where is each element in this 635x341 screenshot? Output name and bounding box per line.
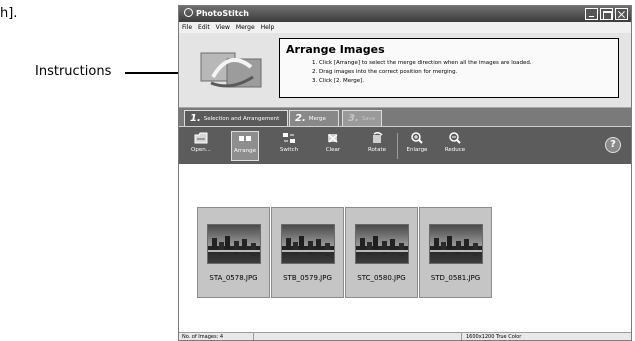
menu-file[interactable]: File: [182, 22, 192, 33]
menu-bar: File Edit View Merge Help: [179, 22, 631, 33]
image-thumbnail[interactable]: STC_0580.JPG: [345, 207, 418, 298]
image-filename: STD_0581.JPG: [430, 274, 481, 282]
image-thumbnail[interactable]: STA_0578.JPG: [197, 207, 270, 298]
tab-label: Merge: [308, 116, 326, 122]
step-tab-strip: 1. Selection and Arrangement 2. Merge 3. Sa…: [179, 108, 631, 126]
image-thumbnail[interactable]: STB_0579.JPG: [271, 207, 344, 298]
enlarge-button[interactable]: Enlarge: [403, 131, 431, 161]
toolbar-separator: [397, 133, 398, 159]
instructions-title: Arrange Images: [286, 43, 385, 56]
tab-number: 2.: [295, 113, 306, 124]
instruction-step: 1. Click [Arrange] to select the merge d…: [312, 60, 532, 66]
image-filename: STB_0579.JPG: [283, 274, 332, 282]
tab-label: Selection and Arrangement: [203, 116, 280, 122]
clear-button[interactable]: Clear: [319, 131, 347, 161]
image-filename: STC_0580.JPG: [357, 274, 406, 282]
zoom-in-icon: [411, 132, 423, 144]
switch-icon: [283, 133, 295, 143]
arrange-icon: [239, 136, 251, 141]
tab-merge[interactable]: 2. Merge: [289, 110, 339, 126]
rotate-button[interactable]: Rotate: [363, 131, 391, 161]
arrange-button[interactable]: Arrange: [231, 131, 259, 161]
zoom-out-icon: [449, 132, 461, 144]
minimize-button[interactable]: [585, 8, 598, 20]
image-count-status: No. of Images: 4: [180, 333, 254, 340]
switch-button[interactable]: Switch: [275, 131, 303, 161]
open-button[interactable]: Open...: [187, 131, 215, 161]
clear-icon: [328, 134, 338, 143]
toolbar: Open... Arrange Switch Clear Rotate Enla…: [179, 126, 631, 164]
toolbar-label: Open...: [191, 147, 211, 153]
toolbar-label: Reduce: [444, 147, 466, 153]
open-folder-icon: [194, 132, 208, 144]
title-bar[interactable]: PhotoStitch: [179, 6, 631, 22]
manual-page: h]. Instructions PhotoStitch File Edit V…: [0, 0, 635, 341]
menu-view[interactable]: View: [216, 22, 230, 33]
reduce-button[interactable]: Reduce: [441, 131, 469, 161]
toolbar-label: Clear: [325, 147, 341, 153]
menu-edit[interactable]: Edit: [198, 22, 210, 33]
toolbar-label: Enlarge: [406, 147, 428, 153]
page-text-fragment: h].: [0, 6, 18, 21]
maximize-button[interactable]: [600, 8, 613, 20]
close-button[interactable]: [615, 8, 628, 20]
help-button[interactable]: ?: [605, 137, 621, 153]
tab-label: Save: [361, 116, 376, 122]
color-mode-status: 1600x1200 True Color: [461, 333, 621, 340]
menu-help[interactable]: Help: [261, 22, 275, 33]
instructions-panel: Arrange Images 1. Click [Arrange] to sel…: [179, 33, 631, 108]
photostitch-window: PhotoStitch File Edit View Merge Help Ar…: [178, 5, 632, 341]
menu-merge[interactable]: Merge: [236, 22, 255, 33]
rotate-icon: [373, 132, 383, 143]
toolbar-label: Arrange: [234, 148, 256, 154]
app-icon: [184, 8, 193, 17]
image-workspace: STA_0578.JPG STB_0579.JPG STC_0580.JPG S…: [179, 164, 631, 332]
thumbnail-image: [429, 224, 483, 264]
thumbnail-image: [207, 224, 261, 264]
status-bar: No. of Images: 4 1600x1200 True Color: [179, 332, 631, 340]
stitched-photos-graphic-icon: [200, 52, 262, 88]
window-controls: [585, 8, 628, 20]
window-title: PhotoStitch: [196, 9, 249, 18]
tab-number: 3.: [348, 113, 359, 124]
thumbnail-image: [281, 224, 335, 264]
toolbar-label: Rotate: [367, 147, 386, 153]
toolbar-label: Switch: [279, 147, 299, 153]
tab-number: 1.: [190, 113, 201, 124]
tab-selection-and-arrangement[interactable]: 1. Selection and Arrangement: [184, 110, 288, 126]
thumbnail-image: [355, 224, 409, 264]
instructions-callout-label: Instructions: [35, 64, 112, 79]
instructions-box: Arrange Images 1. Click [Arrange] to sel…: [279, 38, 619, 98]
instruction-step: 3. Click [2. Merge].: [312, 78, 365, 84]
image-thumbnail[interactable]: STD_0581.JPG: [419, 207, 492, 298]
tab-save[interactable]: 3. Save: [342, 110, 382, 126]
instruction-step: 2. Drag images into the correct position…: [312, 69, 458, 75]
image-filename: STA_0578.JPG: [209, 274, 258, 282]
